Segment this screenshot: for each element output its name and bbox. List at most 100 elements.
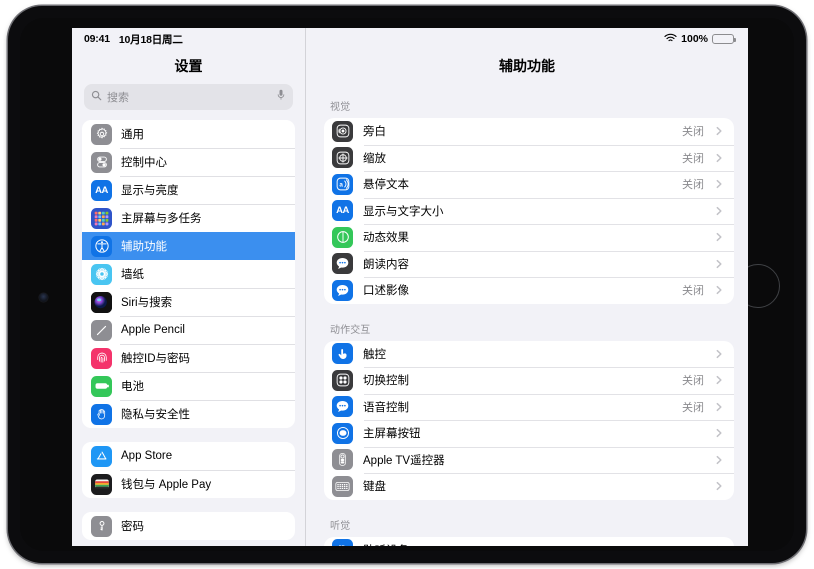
microphone-icon[interactable] (276, 88, 286, 106)
siri-icon (91, 291, 112, 313)
sidebar-item-label: 墙纸 (121, 269, 144, 281)
search-input[interactable]: 搜索 (84, 84, 293, 110)
search-icon (91, 88, 102, 106)
switch-control-icon (332, 369, 353, 391)
gear-icon (91, 123, 112, 145)
settings-card: 旁白 关闭 缩放 关闭 a 悬停文本 关闭 AA 显示与文字大小 动态效果 朗读内容 口述影像 关闭 (324, 118, 734, 304)
fingerprint-icon (91, 347, 112, 369)
apple-tv-remote-icon (332, 449, 353, 471)
sidebar-item-label: 电池 (121, 381, 144, 393)
pencil-icon (91, 319, 112, 341)
settings-row-口述影像[interactable]: 口述影像 关闭 (324, 277, 734, 304)
sidebar-item-触控ID与密码[interactable]: 触控ID与密码 (82, 344, 295, 372)
chevron-right-icon (714, 126, 724, 136)
voiceover-icon (332, 120, 353, 142)
settings-row-旁白[interactable]: 旁白 关闭 (324, 118, 734, 145)
sidebar-item-label: 控制中心 (121, 157, 167, 169)
sidebar-item-隐私与安全性[interactable]: 隐私与安全性 (82, 400, 295, 428)
detail-scrollbar[interactable] (743, 98, 746, 288)
settings-row-助听设备[interactable]: 助听设备 (324, 537, 734, 546)
settings-row-label: 朗读内容 (363, 258, 409, 271)
sidebar-item-App-Store[interactable]: App Store (82, 442, 295, 470)
sidebar-item-label: App Store (121, 450, 173, 462)
sidebar-item-控制中心[interactable]: 控制中心 (82, 148, 295, 176)
settings-row-触控[interactable]: 触控 (324, 341, 734, 368)
key-icon (91, 515, 112, 537)
touch-icon (332, 343, 353, 365)
ipad-device-frame: 设置 搜索 通用 控制中心 AA 显示与亮度 主屏幕与多任务 辅助功能 墙纸 S… (8, 6, 806, 563)
settings-sidebar: 设置 搜索 通用 控制中心 AA 显示与亮度 主屏幕与多任务 辅助功能 墙纸 S… (72, 28, 306, 546)
battery-icon (91, 375, 112, 397)
section-header: 动作交互 (330, 324, 371, 336)
settings-row-value: 关闭 (682, 285, 704, 298)
ipad-screen: 设置 搜索 通用 控制中心 AA 显示与亮度 主屏幕与多任务 辅助功能 墙纸 S… (72, 28, 748, 546)
chevron-right-icon (714, 349, 724, 359)
settings-row-缩放[interactable]: 缩放 关闭 (324, 144, 734, 172)
search-placeholder: 搜索 (107, 92, 129, 104)
appstore-icon (91, 445, 112, 467)
sidebar-item-辅助功能[interactable]: 辅助功能 (82, 232, 295, 260)
settings-row-动态效果[interactable]: 动态效果 (324, 224, 734, 251)
chevron-right-icon (714, 232, 724, 242)
settings-row-value: 关闭 (682, 401, 704, 414)
zoom-icon (332, 147, 353, 169)
settings-row-Apple-TV遥控器[interactable]: Apple TV遥控器 (324, 446, 734, 474)
sidebar-item-显示与亮度[interactable]: AA 显示与亮度 (82, 176, 295, 204)
settings-row-朗读内容[interactable]: 朗读内容 (324, 250, 734, 278)
sidebar-item-墙纸[interactable]: 墙纸 (82, 260, 295, 288)
sidebar-item-电池[interactable]: 电池 (82, 372, 295, 400)
settings-row-value: 关闭 (682, 126, 704, 139)
spoken-content-icon (332, 253, 353, 275)
sidebar-group: App Store 钱包与 Apple Pay (82, 442, 295, 498)
sidebar-item-label: 触控ID与密码 (121, 353, 190, 365)
settings-row-label: 显示与文字大小 (363, 205, 444, 218)
settings-row-主屏幕按钮[interactable]: 主屏幕按钮 (324, 420, 734, 447)
sidebar-group: 密码 (82, 512, 295, 540)
search-bar-container: 搜索 (72, 84, 305, 120)
settings-row-切换控制[interactable]: 切换控制 关闭 (324, 367, 734, 394)
motion-icon (332, 226, 353, 248)
hearing-devices-icon (332, 539, 353, 546)
settings-row-label: 悬停文本 (363, 179, 409, 192)
settings-row-value: 关闭 (682, 179, 704, 192)
text-size-icon: AA (91, 179, 112, 201)
settings-row-显示与文字大小[interactable]: AA 显示与文字大小 (324, 197, 734, 225)
chevron-right-icon (714, 455, 724, 465)
sidebar-item-label: 主屏幕与多任务 (121, 213, 202, 225)
accessibility-icon (91, 235, 112, 257)
home-grid-icon (91, 207, 112, 229)
settings-row-语音控制[interactable]: 语音控制 关闭 (324, 393, 734, 421)
sidebar-group: 通用控制中心 AA 显示与亮度主屏幕与多任务 辅助功能墙纸 Siri与搜索 Apple P… (82, 120, 295, 428)
settings-row-悬停文本[interactable]: a 悬停文本 关闭 (324, 171, 734, 198)
section-header: 听觉 (330, 520, 351, 532)
sidebar-item-钱包与-Apple-Pay[interactable]: 钱包与 Apple Pay (82, 470, 295, 498)
sidebar-item-通用[interactable]: 通用 (82, 120, 295, 148)
audio-descriptions-icon (332, 279, 353, 301)
chevron-right-icon (714, 285, 724, 295)
settings-row-label: 旁白 (363, 126, 386, 139)
sidebar-item-label: 辅助功能 (121, 241, 167, 253)
sidebar-item-主屏幕与多任务[interactable]: 主屏幕与多任务 (82, 204, 295, 232)
svg-text:a: a (339, 182, 343, 189)
settings-row-键盘[interactable]: 键盘 (324, 473, 734, 500)
sidebar-item-label: 隐私与安全性 (121, 409, 190, 421)
settings-card: 助听设备 (324, 536, 734, 546)
settings-card: 触控 切换控制 关闭 语音控制 关闭 主屏幕按钮 Apple TV遥控器 键盘 (324, 340, 734, 500)
detail-scroll-area[interactable]: 视觉 旁白 关闭 缩放 关闭 a 悬停文本 关闭 AA 显示与文字大小 动态效果 朗读内容 口述影像 关闭… (306, 76, 748, 546)
chevron-right-icon (714, 206, 724, 216)
sidebar-item-Apple-Pencil[interactable]: Apple Pencil (82, 316, 295, 344)
sidebar-item-密码[interactable]: 密码 (82, 512, 295, 540)
front-camera-icon (39, 293, 48, 302)
sidebar-item-Siri与搜索[interactable]: Siri与搜索 (82, 288, 295, 316)
chevron-right-icon (714, 481, 724, 491)
keyboard-icon (332, 475, 353, 497)
settings-row-value: 关闭 (682, 375, 704, 388)
settings-row-label: 助听设备 (363, 542, 694, 546)
sidebar-item-label: 钱包与 Apple Pay (121, 479, 212, 491)
page-title: 辅助功能 (499, 58, 555, 74)
accessibility-detail-pane: 辅助功能 视觉 旁白 关闭 缩放 关闭 a 悬停文本 关闭 AA 显示与文字大小 动态效果 朗读内容口… (306, 28, 748, 546)
settings-row-label: 动态效果 (363, 232, 409, 245)
hover-text-icon: a (332, 173, 353, 195)
settings-row-label: 口述影像 (363, 285, 409, 298)
sidebar-item-label: 密码 (121, 521, 144, 533)
